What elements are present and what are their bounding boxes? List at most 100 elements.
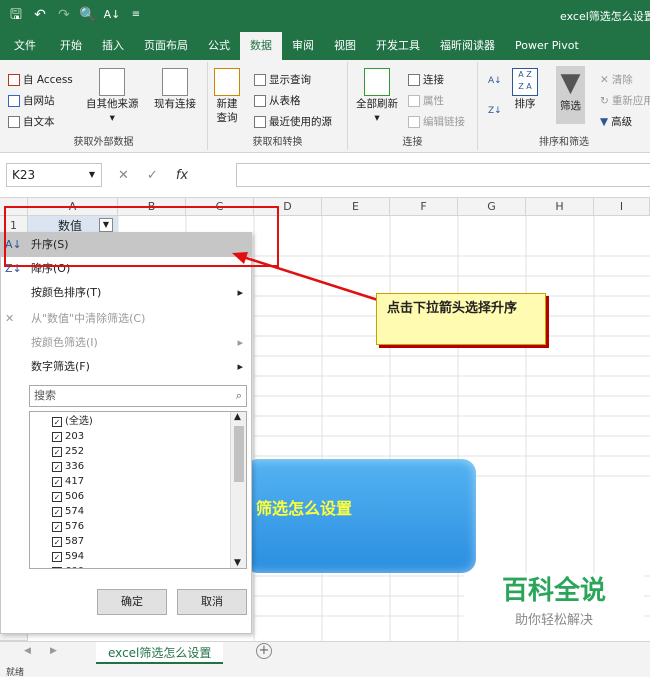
customize-icon[interactable]: ≡ — [126, 5, 146, 25]
refresh-all-button[interactable]: 全部刷新 ▾ — [356, 68, 398, 124]
from-access-button[interactable]: 自 Access — [8, 72, 73, 87]
name-box[interactable]: K23 ▼ — [6, 163, 102, 187]
prev-sheet-icon[interactable]: ◀ — [24, 646, 31, 656]
sort-asc-icon[interactable]: A↓ — [488, 76, 502, 86]
filter-funnel-icon: ▼ — [560, 68, 581, 98]
clear-filter-button[interactable]: ✕ 清除 — [600, 72, 633, 87]
column-header-g[interactable]: G — [458, 198, 526, 216]
formula-input[interactable] — [236, 163, 650, 187]
column-header-h[interactable]: H — [526, 198, 594, 216]
reapply-button[interactable]: ↻ 重新应用 — [600, 93, 650, 108]
list-item[interactable]: ✓ 574 — [52, 504, 84, 519]
tab-file[interactable]: 文件 — [0, 32, 50, 60]
tab-review[interactable]: 审阅 — [282, 32, 324, 60]
group-label-transform: 获取和转换 — [252, 137, 303, 148]
list-item[interactable]: ✓600 — [52, 564, 84, 568]
filter-search-input[interactable]: 搜索 ⌕ — [29, 385, 247, 407]
enter-icon[interactable]: ✓ — [147, 168, 158, 183]
checkbox-checked-icon[interactable]: ✓ — [52, 476, 62, 487]
print-preview-icon[interactable]: 🔍 — [78, 5, 98, 25]
table-icon — [254, 73, 266, 86]
autofilter-panel: A↓ 升序(S) Z↓ 降序(O) 按颜色排序(T) ▸ ✕ 从"数值"中清除筛选(C)… — [0, 232, 252, 634]
column-header-i[interactable]: I — [594, 198, 650, 216]
checkbox-checked-icon[interactable]: ✓ — [52, 551, 62, 562]
checkbox-checked-icon[interactable]: ✓ — [52, 446, 62, 457]
chevron-up-icon[interactable]: ▲ — [234, 412, 241, 422]
list-item[interactable]: ✓ 587 — [52, 534, 84, 549]
tab-developer[interactable]: 开发工具 — [366, 32, 430, 60]
column-header-f[interactable]: F — [390, 198, 458, 216]
existing-connections-button[interactable]: 现有连接 — [154, 68, 196, 110]
tab-foxit[interactable]: 福昕阅读器 — [430, 32, 505, 60]
checkbox-checked-icon[interactable]: ✓ — [52, 536, 62, 547]
clear-filter-icon: ✕ — [5, 312, 15, 325]
tab-data[interactable]: 数据 — [240, 32, 282, 60]
edit-links-button[interactable]: 编辑链接 — [408, 114, 465, 129]
filter-value-list[interactable]: ✓ (全选) ✓ 203 ✓ 252 ✓ 336 ✓ 417 ✓ 506 ✓ 574 ✓ 576… — [29, 411, 247, 569]
new-query-button[interactable]: 新建 查询 — [214, 68, 240, 124]
group-sort-filter: A↓ Z↓ A ZZ A 排序 ▼ 筛选 ✕ 清除 ↻ 重新应用 ▼ 高级 排序和筛选 — [478, 62, 650, 150]
list-scrollbar[interactable]: ▲ ▼ — [230, 412, 246, 568]
list-item[interactable]: ✓ 252 — [52, 444, 84, 459]
tab-page-layout[interactable]: 页面布局 — [134, 32, 198, 60]
list-item[interactable]: ✓ 576 — [52, 519, 84, 534]
tab-power-pivot[interactable]: Power Pivot — [505, 32, 589, 60]
formula-buttons: ✕ ✓ fx — [108, 163, 188, 187]
from-web-button[interactable]: 自网站 — [8, 93, 55, 108]
from-table-button[interactable]: 从表格 — [254, 93, 301, 108]
sort-desc-icon[interactable]: Z↓ — [488, 106, 502, 116]
column-header-e[interactable]: E — [322, 198, 390, 216]
sort-button[interactable]: A ZZ A 排序 — [512, 68, 538, 110]
menu-item-sort-by-color[interactable]: 按颜色排序(T) ▸ — [1, 281, 251, 305]
add-sheet-icon[interactable]: + — [256, 643, 272, 659]
undo-icon[interactable]: ↶ — [30, 5, 50, 25]
chevron-down-icon[interactable]: ▼ — [89, 164, 95, 186]
refresh-icon — [364, 68, 390, 96]
checkbox-checked-icon[interactable]: ✓ — [52, 506, 62, 517]
tab-insert[interactable]: 插入 — [92, 32, 134, 60]
menu-item-number-filters[interactable]: 数字筛选(F) ▸ — [1, 355, 251, 379]
new-query-icon — [214, 68, 240, 96]
checkbox-checked-icon[interactable]: ✓ — [52, 566, 62, 568]
recent-sources-button[interactable]: 最近使用的源 — [254, 114, 332, 129]
list-item[interactable]: ✓ 336 — [52, 459, 84, 474]
from-text-button[interactable]: 自文本 — [8, 114, 55, 129]
fx-icon[interactable]: fx — [176, 168, 188, 183]
existing-connections-icon — [162, 68, 188, 96]
menu-item-filter-by-color[interactable]: 按颜色筛选(I) ▸ — [1, 331, 251, 355]
ok-button[interactable]: 确定 — [97, 589, 167, 615]
checkbox-checked-icon[interactable]: ✓ — [52, 461, 62, 472]
tab-formulas[interactable]: 公式 — [198, 32, 240, 60]
redo-icon[interactable]: ↷ — [54, 5, 74, 25]
cancel-button[interactable]: 取消 — [177, 589, 247, 615]
list-item[interactable]: ✓ (全选) — [52, 414, 93, 429]
cancel-icon[interactable]: ✕ — [118, 168, 129, 183]
checkbox-checked-icon[interactable]: ✓ — [52, 431, 62, 442]
scrollbar-thumb[interactable] — [234, 426, 244, 482]
link-icon — [408, 115, 420, 128]
checkbox-checked-icon[interactable]: ✓ — [52, 521, 62, 532]
save-icon[interactable]: 🖫 — [6, 5, 26, 25]
tab-home[interactable]: 开始 — [50, 32, 92, 60]
checkbox-checked-icon[interactable]: ✓ — [52, 416, 62, 427]
tab-view[interactable]: 视图 — [324, 32, 366, 60]
list-item[interactable]: ✓ 203 — [52, 429, 84, 444]
menu-item-clear-filter[interactable]: ✕ 从"数值"中清除筛选(C) — [1, 307, 251, 331]
chevron-down-icon: ▾ — [109, 112, 115, 124]
advanced-filter-button[interactable]: ▼ 高级 — [600, 114, 632, 129]
chevron-down-icon[interactable]: ▼ — [234, 558, 241, 568]
filter-button[interactable]: ▼ 筛选 — [556, 66, 585, 124]
list-item[interactable]: ✓ 506 — [52, 489, 84, 504]
document-title: excel筛选怎么设置 — [560, 10, 650, 23]
chevron-right-icon: ▸ — [237, 286, 243, 299]
next-sheet-icon[interactable]: ▶ — [50, 646, 57, 656]
show-queries-button[interactable]: 显示查询 — [254, 72, 311, 87]
list-item[interactable]: ✓ 417 — [52, 474, 84, 489]
other-sources-button[interactable]: 自其他来源 ▾ — [86, 68, 139, 124]
sheet-tab[interactable]: excel筛选怎么设置 — [96, 642, 224, 664]
list-item[interactable]: ✓ 594 — [52, 549, 84, 564]
checkbox-checked-icon[interactable]: ✓ — [52, 491, 62, 502]
connections-button[interactable]: 连接 — [408, 72, 444, 87]
sort-az-icon[interactable]: A↓ — [102, 5, 122, 25]
properties-button[interactable]: 属性 — [408, 93, 444, 108]
